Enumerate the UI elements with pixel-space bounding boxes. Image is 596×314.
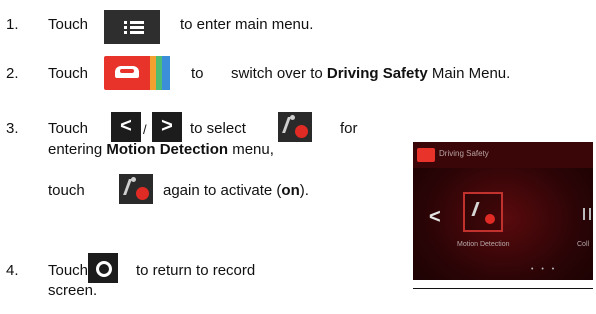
device-pager-dots: • • •: [531, 266, 558, 273]
list-menu-icon: [104, 10, 160, 44]
device-next-tile-label: Coll: [577, 241, 590, 248]
step-3-for: for: [340, 120, 358, 137]
car-icon: [104, 56, 170, 90]
step-1-number: 1.: [6, 16, 19, 33]
on-label: on: [281, 182, 300, 199]
step-4-number: 4.: [6, 262, 19, 279]
device-screen-preview: Driving Safety < Motion Detection Coll •…: [413, 142, 593, 280]
step-3-slash: /: [143, 122, 147, 137]
motion-detection-icon: [278, 112, 312, 142]
step-1-text: to enter main menu.: [180, 16, 314, 33]
step-3-line2: entering Motion Detection menu,: [48, 141, 274, 158]
step-2-touch: Touch: [48, 65, 89, 82]
motion-detection-label: Motion Detection: [106, 141, 229, 158]
driving-safety-label: Driving Safety: [326, 65, 428, 82]
step-4-line2: screen.: [48, 282, 98, 299]
step-3-to-select: to select: [190, 120, 246, 137]
device-tile-label: Motion Detection: [457, 241, 510, 248]
device-header: Driving Safety: [413, 142, 593, 168]
record-icon: [88, 253, 118, 283]
step-2-number: 2.: [6, 65, 19, 82]
step-4-text: to return to record: [136, 262, 256, 279]
chevron-left-icon: <: [111, 112, 141, 142]
step-3-touch: Touch: [48, 120, 89, 137]
step-3-touch2: touch: [48, 182, 85, 199]
step-2-to: to: [191, 65, 204, 82]
chevron-right-icon: >: [152, 112, 182, 142]
step-2-text: switch over to Driving Safety Main Menu.: [231, 65, 511, 82]
motion-detection-icon-2: [119, 174, 153, 204]
device-next-tile-icon: [583, 208, 591, 220]
device-motion-detection-tile: [463, 192, 503, 232]
device-chevron-left-icon: <: [429, 206, 441, 228]
step-1-touch: Touch: [48, 16, 89, 33]
device-header-title: Driving Safety: [439, 149, 489, 158]
step-3-number: 3.: [6, 120, 19, 137]
device-car-icon: [417, 148, 435, 162]
divider: [413, 288, 593, 289]
step-4-touch: Touch: [48, 262, 89, 279]
step-3-again: again to activate (on).: [163, 182, 309, 199]
